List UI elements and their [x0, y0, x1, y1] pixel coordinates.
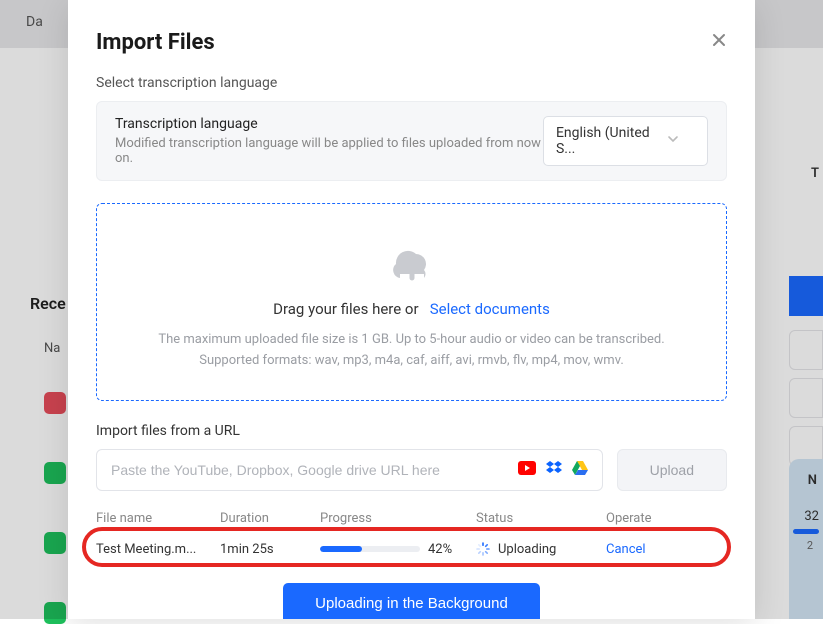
loading-spinner-icon [476, 542, 490, 556]
language-box: Transcription language Modified transcri… [96, 101, 727, 181]
cell-status: Uploading [476, 542, 606, 557]
chevron-down-icon [667, 133, 679, 149]
language-select[interactable]: English (United S... [543, 116, 708, 166]
close-icon [711, 32, 727, 48]
cell-duration: 1min 25s [220, 542, 320, 557]
th-progress: Progress [320, 511, 476, 526]
table-row: Test Meeting.m... 1min 25s 42% [96, 532, 727, 567]
language-text: Transcription language Modified transcri… [115, 116, 543, 166]
url-import-section: Import files from a URL Upload [96, 423, 727, 491]
select-documents-link[interactable]: Select documents [430, 300, 550, 318]
cancel-upload-link[interactable]: Cancel [606, 542, 646, 557]
dropzone-text: Drag your files here or [273, 300, 418, 318]
cloud-upload-icon [117, 244, 706, 284]
dropzone-hint-2: Supported formats: wav, mp3, m4a, caf, a… [117, 351, 706, 372]
dropzone-text-line: Drag your files here or Select documents [117, 300, 706, 318]
upload-file-table: File name Duration Progress Status Opera… [96, 505, 727, 567]
progress-bar [320, 546, 420, 552]
google-drive-icon [572, 460, 588, 479]
modal-title: Import Files [96, 30, 215, 55]
import-files-modal: Import Files Select transcription langua… [68, 0, 755, 619]
language-selected-value: English (United S... [556, 125, 667, 157]
dropzone-hint: The maximum uploaded file size is 1 GB. … [117, 330, 706, 372]
language-title: Transcription language [115, 116, 543, 132]
cell-file-name: Test Meeting.m... [96, 542, 220, 557]
dropzone-hint-1: The maximum uploaded file size is 1 GB. … [117, 330, 706, 351]
dropbox-icon [546, 460, 562, 479]
cell-operate: Cancel [606, 542, 727, 557]
url-import-label: Import files from a URL [96, 423, 727, 439]
url-input[interactable] [111, 462, 518, 478]
url-row: Upload [96, 449, 727, 491]
select-language-label: Select transcription language [96, 75, 727, 91]
url-input-wrap [96, 449, 603, 491]
th-operate: Operate [606, 511, 727, 526]
th-duration: Duration [220, 511, 320, 526]
file-dropzone[interactable]: Drag your files here or Select documents… [96, 203, 727, 401]
progress-pct-label: 42% [428, 542, 452, 557]
uploading-background-button[interactable]: Uploading in the Background [283, 583, 540, 619]
th-file-name: File name [96, 511, 220, 526]
table-header-row: File name Duration Progress Status Opera… [96, 505, 727, 532]
cell-progress: 42% [320, 542, 476, 557]
url-provider-icons [518, 460, 588, 479]
modal-header: Import Files [96, 30, 727, 55]
youtube-icon [518, 460, 536, 479]
language-sub: Modified transcription language will be … [115, 136, 543, 166]
close-button[interactable] [711, 32, 727, 53]
th-status: Status [476, 511, 606, 526]
progress-fill [320, 546, 362, 552]
status-text: Uploading [498, 542, 556, 557]
url-upload-button[interactable]: Upload [617, 449, 727, 491]
